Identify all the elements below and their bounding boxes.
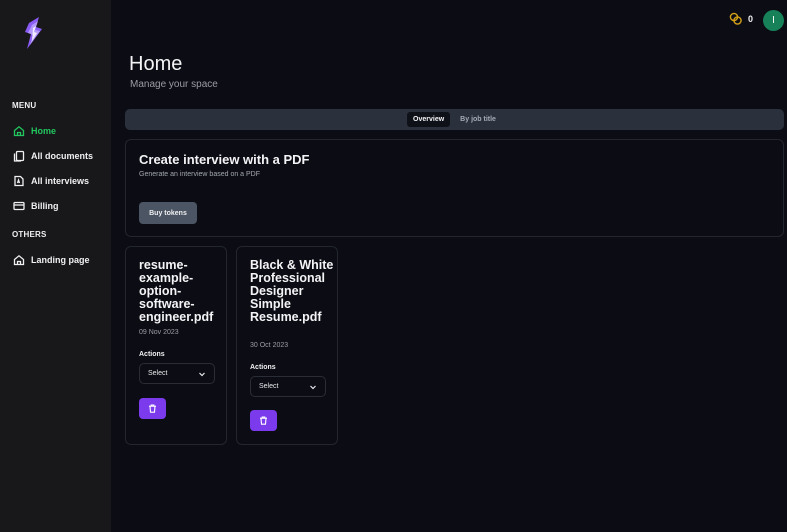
create-interview-description: Generate an interview based on a PDF [139, 171, 261, 178]
view-tabs: Overview By job title [125, 109, 784, 130]
sidebar-item-landing-page[interactable]: Landing page [13, 252, 90, 268]
sidebar-item-home[interactable]: Home [13, 123, 56, 139]
sidebar-item-all-interviews[interactable]: All interviews [13, 173, 89, 189]
document-card: Black & White Professional Designer Simp… [236, 246, 338, 445]
avatar[interactable]: I [763, 10, 784, 31]
document-name: Black & White Professional Designer Simp… [250, 258, 334, 324]
chevron-down-icon [199, 372, 205, 376]
select-value: Select [259, 383, 279, 390]
menu-section-label: MENU [12, 101, 37, 110]
token-balance[interactable]: 0 [729, 12, 753, 25]
others-section-label: OTHERS [12, 230, 47, 239]
sidebar-item-billing[interactable]: Billing [13, 198, 59, 214]
buy-tokens-button[interactable]: Buy tokens [139, 202, 197, 224]
page-subtitle: Manage your space [130, 79, 218, 90]
sidebar-item-label: All interviews [31, 176, 90, 186]
document-name: resume-example-option-software-engineer.… [139, 258, 214, 324]
document-card: resume-example-option-software-engineer.… [125, 246, 227, 445]
documents-icon [13, 150, 25, 162]
delete-button[interactable] [250, 410, 277, 431]
create-interview-title: Create interview with a PDF [139, 152, 310, 167]
document-date: 09 Nov 2023 [139, 329, 179, 336]
select-value: Select [148, 370, 168, 377]
coins-icon [729, 12, 742, 25]
actions-label: Actions [250, 364, 276, 371]
credit-card-icon [13, 201, 25, 211]
page-title: Home [129, 53, 183, 75]
actions-label: Actions [139, 351, 165, 358]
interviews-icon [14, 175, 24, 187]
lightning-logo-icon[interactable] [20, 15, 46, 51]
sidebar-item-label: Billing [31, 201, 59, 211]
actions-select[interactable]: Select [250, 376, 326, 397]
delete-button[interactable] [139, 398, 166, 419]
document-date: 30 Oct 2023 [250, 342, 289, 349]
tab-overview[interactable]: Overview [407, 112, 451, 127]
trash-icon [149, 404, 156, 413]
create-interview-card: Create interview with a PDF Generate an … [125, 139, 784, 237]
home-icon [13, 254, 25, 266]
trash-icon [260, 416, 267, 425]
actions-select[interactable]: Select [139, 363, 215, 384]
sidebar-item-label: All documents [31, 151, 94, 161]
sidebar-item-label: Landing page [31, 255, 90, 265]
sidebar: MENU Home All documents All interviews B… [0, 0, 111, 532]
home-icon [13, 125, 25, 137]
chevron-down-icon [310, 385, 316, 389]
sidebar-item-all-documents[interactable]: All documents [13, 148, 93, 164]
sidebar-item-label: Home [31, 126, 57, 136]
tab-by-job-title[interactable]: By job title [454, 112, 502, 127]
token-count: 0 [748, 13, 754, 24]
